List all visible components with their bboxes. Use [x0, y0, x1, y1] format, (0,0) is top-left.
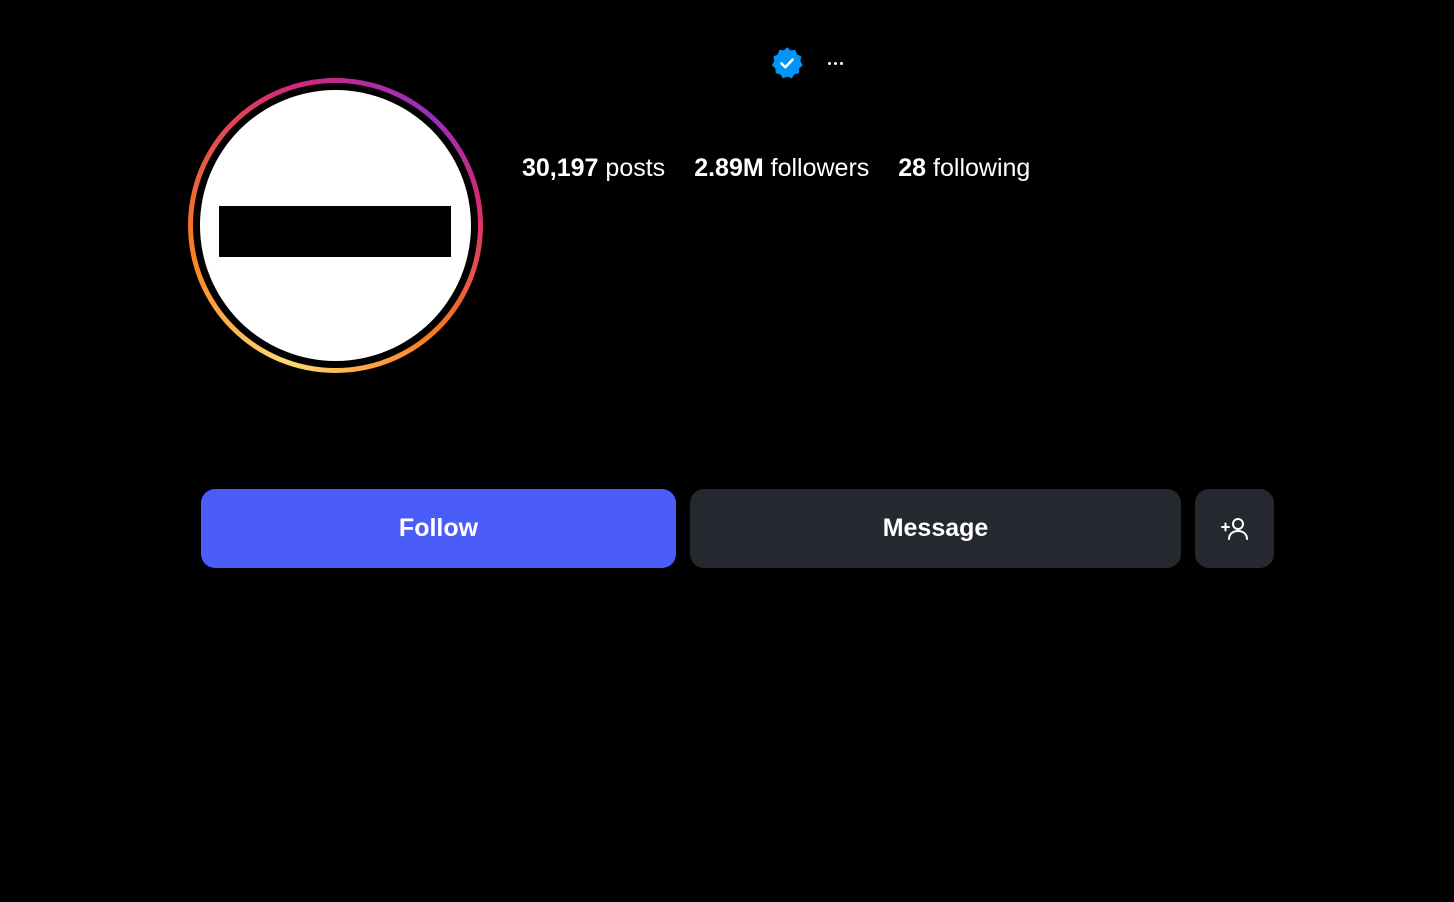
- posts-count: 30,197: [522, 154, 599, 182]
- message-button[interactable]: Message: [690, 489, 1181, 568]
- following-label: following: [933, 154, 1031, 182]
- following-stat[interactable]: 28 following: [898, 154, 1030, 183]
- followers-stat[interactable]: 2.89M followers: [694, 154, 869, 183]
- suggested-accounts-button[interactable]: [1195, 489, 1274, 568]
- follow-button[interactable]: Follow: [201, 489, 676, 568]
- following-count: 28: [898, 154, 927, 182]
- verified-badge-icon: [771, 47, 803, 79]
- profile-stats: 30,197 posts 2.89M followers 28 followin…: [522, 154, 1030, 183]
- posts-label: posts: [605, 154, 666, 182]
- more-horizontal-icon: [827, 61, 831, 65]
- avatar: [200, 90, 471, 361]
- add-person-icon: [1220, 517, 1248, 540]
- posts-stat: 30,197 posts: [522, 154, 665, 183]
- followers-count: 2.89M: [694, 154, 764, 182]
- profile-avatar-story-ring[interactable]: [188, 78, 483, 373]
- avatar-redaction-bar: [219, 206, 451, 257]
- more-options-button[interactable]: [818, 48, 852, 78]
- followers-label: followers: [770, 154, 870, 182]
- profile-page: 30,197 posts 2.89M followers 28 followin…: [0, 0, 1454, 902]
